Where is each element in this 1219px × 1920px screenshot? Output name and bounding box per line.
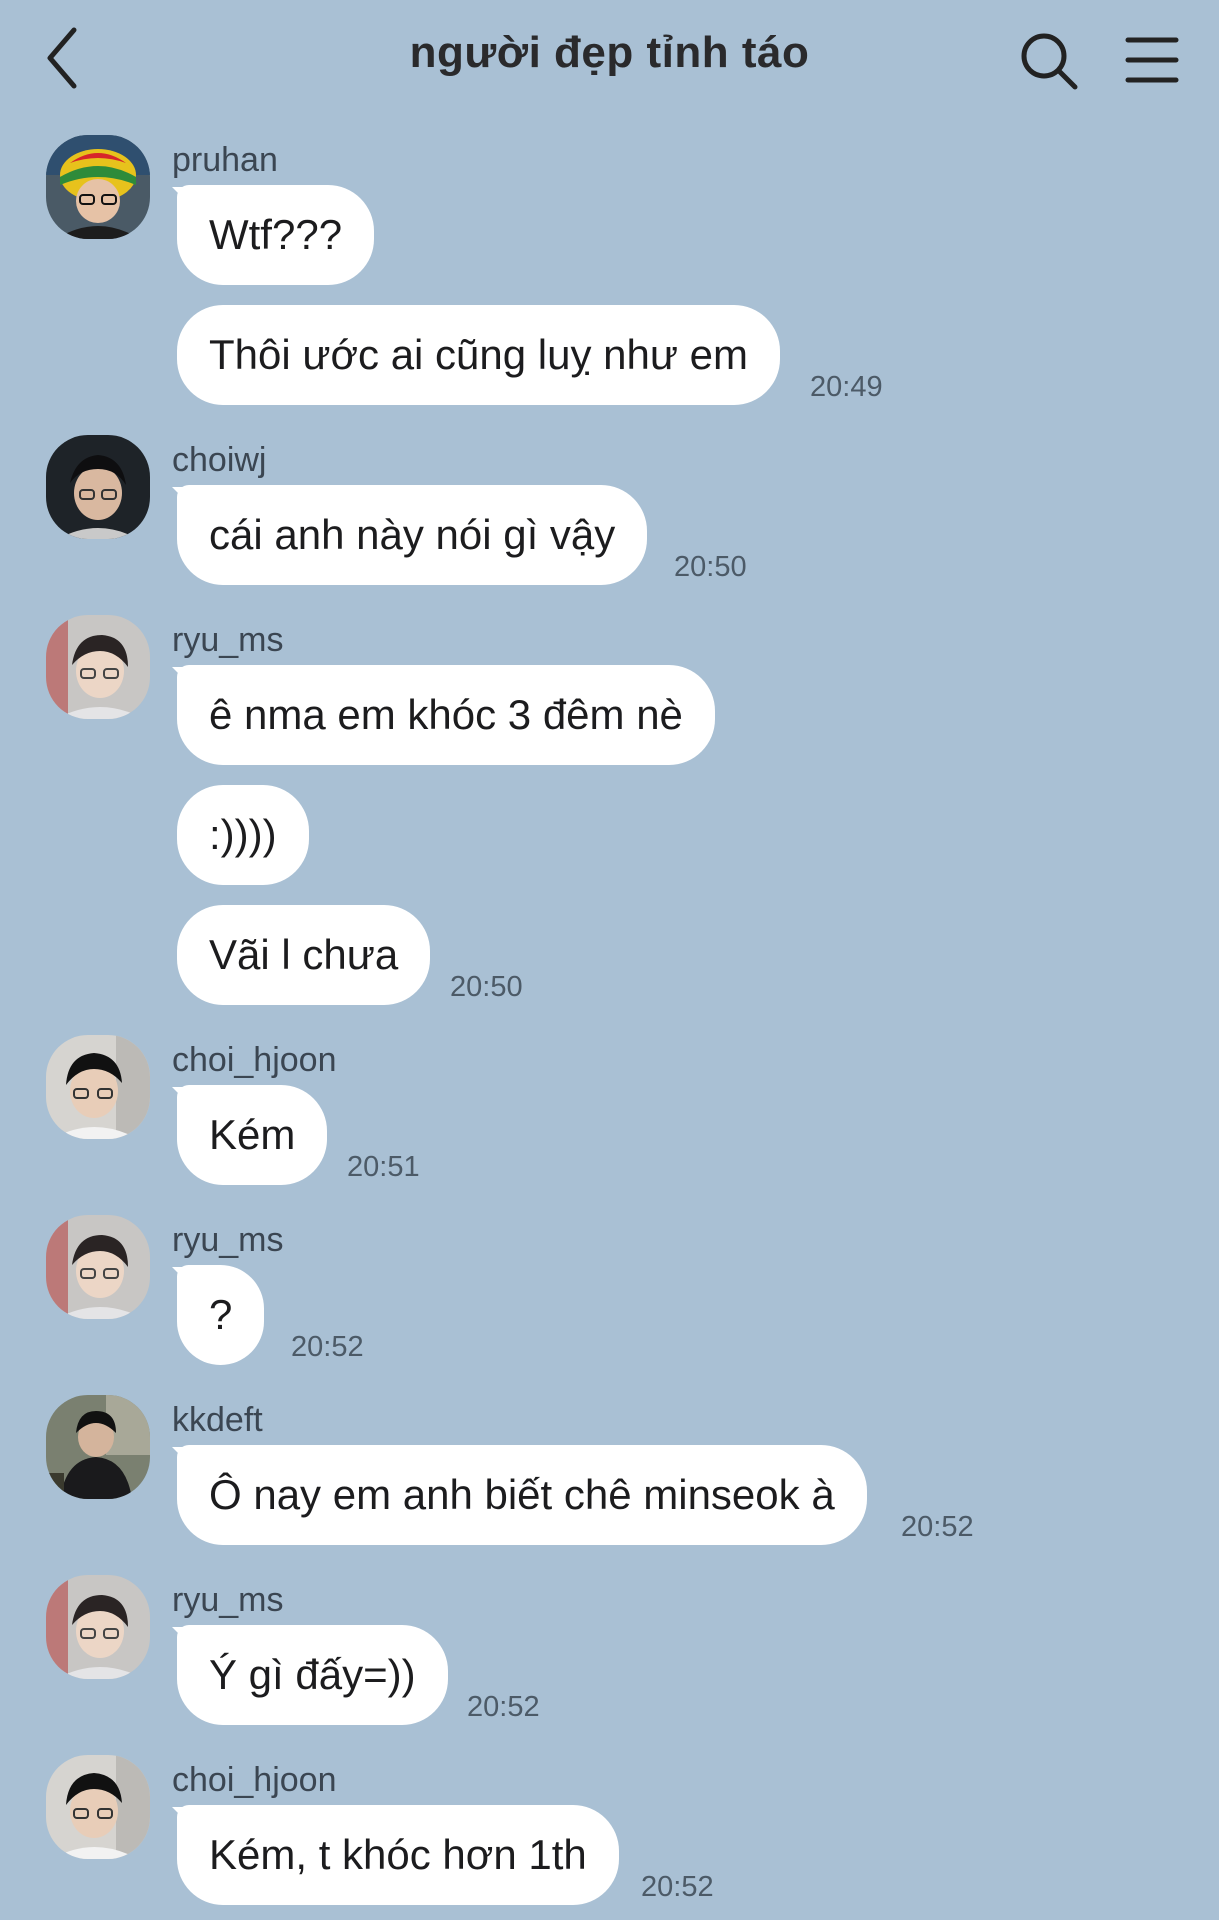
message-time: 20:52 (291, 1331, 364, 1363)
avatar-pruhan[interactable] (46, 135, 150, 239)
avatar-ryu-ms[interactable] (46, 1215, 150, 1319)
message-bubble[interactable]: cái anh này nói gì vậy (177, 485, 648, 585)
message-time: 20:52 (901, 1511, 974, 1543)
message-bubble[interactable]: Kém (177, 1085, 328, 1185)
message-time: 20:51 (347, 1151, 420, 1183)
sender-name: ryu_ms (172, 621, 284, 659)
sender-name: choiwj (172, 441, 267, 479)
message-bubble[interactable]: Ô nay em anh biết chê minseok à (177, 1445, 867, 1545)
sender-name: pruhan (172, 141, 278, 179)
message-time: 20:50 (674, 551, 747, 583)
avatar-choi-hjoon[interactable] (46, 1755, 150, 1859)
message-bubble[interactable]: ê nma em khóc 3 đêm nè (177, 665, 715, 765)
message-time: 20:49 (810, 371, 883, 403)
message-list: pruhan Wtf??? Thôi ước ai cũng luỵ như e… (0, 0, 1219, 1920)
sender-name: ryu_ms (172, 1581, 284, 1619)
message-bubble[interactable]: Vãi l chưa (177, 905, 431, 1005)
message-bubble[interactable]: Kém, t khóc hơn 1th (177, 1805, 619, 1905)
message-bubble[interactable]: Wtf??? (177, 185, 375, 285)
message-bubble[interactable]: Thôi ước ai cũng luỵ như em (177, 305, 781, 405)
avatar-choiwj[interactable] (46, 435, 150, 539)
avatar-kkdeft[interactable] (46, 1395, 150, 1499)
message-bubble[interactable]: :)))) (177, 785, 309, 885)
avatar-choi-hjoon[interactable] (46, 1035, 150, 1139)
avatar-ryu-ms[interactable] (46, 615, 150, 719)
message-time: 20:52 (467, 1691, 540, 1723)
sender-name: ryu_ms (172, 1221, 284, 1259)
avatar-ryu-ms[interactable] (46, 1575, 150, 1679)
sender-name: choi_hjoon (172, 1041, 337, 1079)
message-bubble[interactable]: Ý gì đấy=)) (177, 1625, 448, 1725)
sender-name: choi_hjoon (172, 1761, 337, 1799)
message-time: 20:52 (641, 1871, 714, 1903)
message-time: 20:50 (450, 971, 523, 1003)
message-bubble[interactable]: ? (177, 1265, 265, 1365)
sender-name: kkdeft (172, 1401, 263, 1439)
